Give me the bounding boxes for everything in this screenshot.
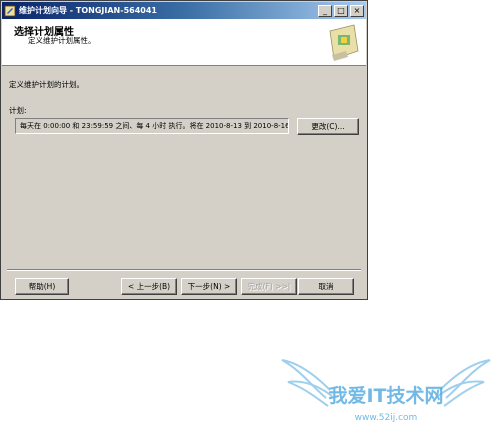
change-schedule-button[interactable]: 更改(C)... [297, 118, 359, 135]
watermark-url: www.52ij.com [355, 413, 418, 423]
footer-separator [7, 269, 361, 271]
page-subtitle: 定义维护计划属性。 [28, 36, 96, 45]
back-button[interactable]: < 上一步(B) [121, 278, 177, 295]
maximize-button[interactable]: □ [334, 4, 348, 17]
wizard-app-icon [4, 5, 16, 16]
wizard-header: 选择计划属性 定义维护计划属性。 [2, 19, 366, 66]
wizard-header-graphic-icon [329, 24, 359, 61]
title-bar[interactable]: 维护计划向导 - TONGJIAN-564041 _ □ × [2, 2, 366, 19]
finish-button[interactable]: 完成(F) >>| [241, 278, 297, 295]
schedule-label: 计划: [9, 106, 27, 115]
close-button[interactable]: × [350, 4, 364, 17]
minimize-button[interactable]: _ [318, 4, 332, 17]
site-watermark: 我爱IT技术网 www.52ij.com [281, 359, 491, 423]
help-button[interactable]: 帮助(H) [15, 278, 69, 295]
cancel-button[interactable]: 取消 [298, 278, 354, 295]
watermark-title: 我爱IT技术网 [328, 384, 443, 407]
schedule-summary-field: 每天在 0:00:00 和 23:59:59 之间、每 4 小时 执行。将在 2… [15, 118, 289, 134]
wizard-window: 维护计划向导 - TONGJIAN-564041 _ □ × 选择计划属性 定义… [0, 0, 368, 300]
window-title: 维护计划向导 - TONGJIAN-564041 [19, 6, 157, 15]
next-button[interactable]: 下一步(N) > [181, 278, 237, 295]
description-text: 定义维护计划的计划。 [9, 80, 84, 89]
